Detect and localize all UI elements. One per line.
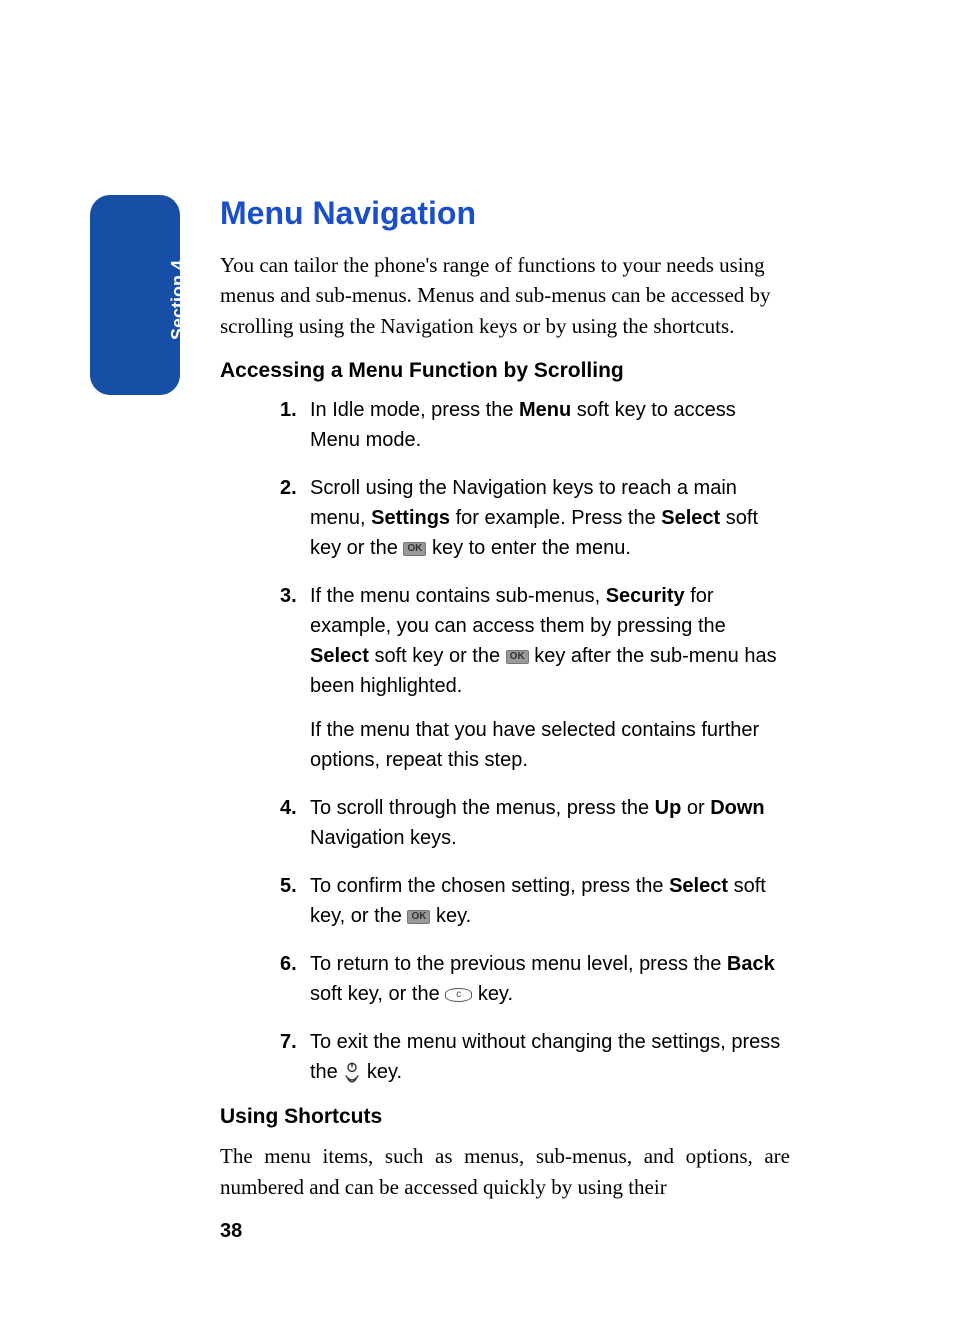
step-6: 6. To return to the previous menu level,… [280,949,790,1009]
step-text: for example. Press the [450,507,661,529]
section-tab: Section 4 [90,195,180,395]
step-text: key. [367,1061,402,1083]
page-heading: Menu Navigation [220,195,790,232]
page-number: 38 [220,1220,790,1243]
step-number: 3. [280,581,297,611]
page-content: Menu Navigation You can tailor the phone… [220,195,790,1243]
step-text: To return to the previous menu level, pr… [310,953,727,975]
step-number: 4. [280,793,297,823]
step-1: 1. In Idle mode, press the Menu soft key… [280,395,790,455]
subheading-scrolling: Accessing a Menu Function by Scrolling [220,359,790,383]
step-number: 7. [280,1027,297,1057]
step-number: 5. [280,871,297,901]
intro-paragraph: You can tailor the phone's range of func… [220,250,790,341]
bold-select: Select [669,875,728,897]
step-text: In Idle mode, press the [310,399,519,421]
step-text: If the menu contains sub-menus, [310,585,606,607]
step-text: To scroll through the menus, press the [310,797,655,819]
step-number: 2. [280,473,297,503]
step-number: 6. [280,949,297,979]
step-text: key to enter the menu. [426,537,631,559]
step-5: 5. To confirm the chosen setting, press … [280,871,790,931]
step-number: 1. [280,395,297,425]
step-text: To confirm the chosen setting, press the [310,875,669,897]
bold-select: Select [310,645,369,667]
step-7: 7. To exit the menu without changing the… [280,1027,790,1087]
bold-menu: Menu [519,399,571,421]
shortcuts-paragraph: The menu items, such as menus, sub-menus… [220,1141,790,1202]
step-3: 3. If the menu contains sub-menus, Secur… [280,581,790,775]
ok-key-icon: OK [506,650,529,664]
step-text: Navigation keys. [310,827,457,849]
step-text: soft key or the [369,645,506,667]
step-text: soft key, or the [310,983,445,1005]
ok-key-icon: OK [403,542,426,556]
step-text: key. [478,983,513,1005]
bold-security: Security [606,585,685,607]
bold-select: Select [661,507,720,529]
bold-back: Back [727,953,775,975]
bold-settings: Settings [371,507,450,529]
step-text: or [681,797,710,819]
bold-down: Down [710,797,764,819]
bold-up: Up [655,797,682,819]
step-4: 4. To scroll through the menus, press th… [280,793,790,853]
steps-list: 1. In Idle mode, press the Menu soft key… [280,395,790,1087]
step-text-extra: If the menu that you have selected conta… [310,715,790,775]
power-key-icon [343,1062,361,1084]
step-2: 2. Scroll using the Navigation keys to r… [280,473,790,563]
c-key-icon: c [445,988,472,1002]
ok-key-icon: OK [407,910,430,924]
step-text: key. [430,905,471,927]
section-tab-label: Section 4 [168,260,189,340]
subheading-shortcuts: Using Shortcuts [220,1105,790,1129]
